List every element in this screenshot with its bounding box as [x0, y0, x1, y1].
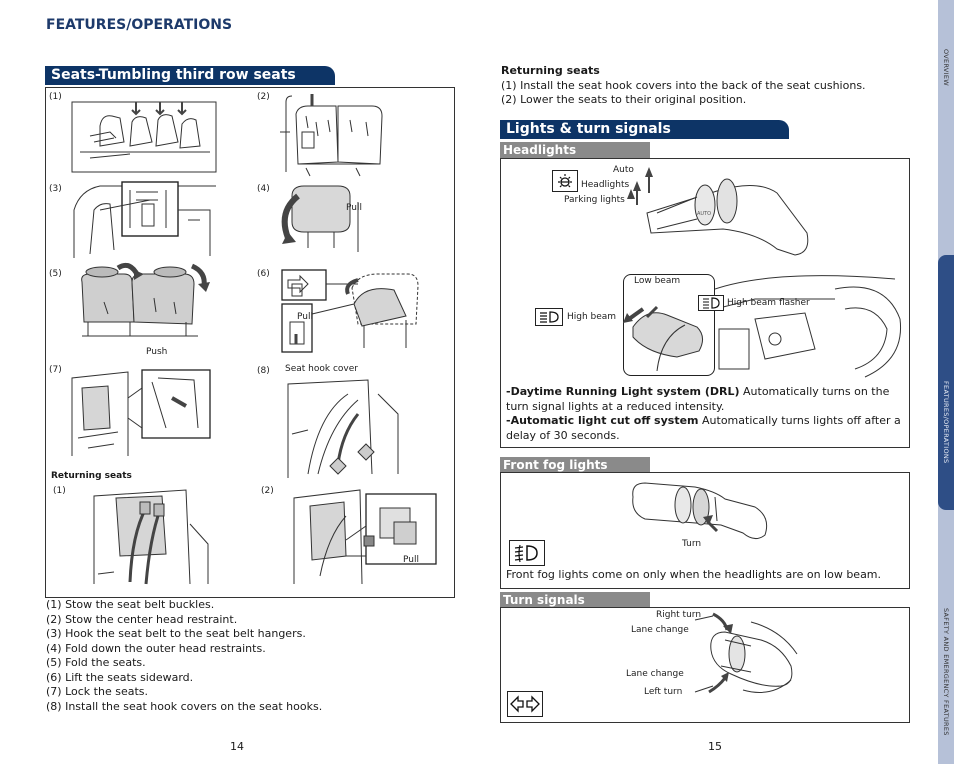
- turn-signal-arrows-icon: [510, 695, 540, 713]
- high-beam-icon-box: [535, 308, 563, 326]
- fog-light-icon-box: [509, 540, 545, 566]
- high-beam-label: High beam: [567, 312, 617, 322]
- figure-3-illustration: [73, 181, 216, 258]
- fog-lights-note: Front fog lights come on only when the h…: [506, 568, 882, 581]
- headlight-stalk-illustration: AUTO: [627, 167, 809, 256]
- headlight-sun-icon: [558, 174, 572, 188]
- figure-4-illustration: [281, 185, 359, 252]
- returning-figure-1-illustration: [93, 489, 209, 585]
- figure-5-push-label: Push: [146, 347, 168, 357]
- figure-6-number: (6): [257, 269, 270, 279]
- auto-cutoff-note-title: -Automatic light cut off system: [506, 414, 699, 427]
- page-number-left: 14: [230, 740, 244, 753]
- figure-1-illustration: [71, 101, 217, 173]
- figure-2-illustration: [280, 94, 383, 177]
- high-beam-flasher-icon: [703, 297, 720, 309]
- high-beam-arrow: [623, 307, 645, 323]
- auto-cutoff-note: -Automatic light cut off system Automati…: [506, 414, 902, 443]
- figure-4-pull-label: Pull: [346, 203, 362, 213]
- seats-step: (2) Stow the center head restraint.: [46, 612, 238, 626]
- steering-column-illustration: [715, 275, 902, 378]
- turn-signals-box: Right turn Lane change Lane change Left …: [500, 607, 910, 723]
- returning-seats-step: (1) Install the seat hook covers into th…: [501, 78, 866, 92]
- figure-4-number: (4): [257, 184, 270, 194]
- figure-5-illustration: [81, 262, 210, 337]
- headlights-subheader: Headlights: [500, 142, 650, 158]
- fog-lights-subheader: Front fog lights: [500, 457, 650, 473]
- figure-6-illustration: [281, 269, 419, 353]
- high-beam-flasher-label: High beam flasher: [727, 298, 810, 308]
- figure-8-seat-hook-cover-label: Seat hook cover: [285, 364, 358, 374]
- high-beam-flasher-icon-box: [698, 295, 724, 311]
- page-number-right: 15: [708, 740, 722, 753]
- seats-steps-list: (1) Stow the seat belt buckles. (2) Stow…: [46, 598, 456, 714]
- returning-seats-title: Returning seats: [501, 64, 600, 77]
- turn-signals-subheader: Turn signals: [500, 592, 650, 608]
- figure-3-number: (3): [49, 184, 62, 194]
- seats-step: (3) Hook the seat belt to the seat belt …: [46, 627, 306, 640]
- turn-signal-icon-box: [507, 691, 543, 717]
- seats-step: (8) Install the seat hook covers on the …: [46, 699, 323, 713]
- figure-8-illustration: [287, 379, 399, 478]
- side-tab-overview[interactable]: Overview: [938, 0, 954, 255]
- headlights-notes: -Daytime Running Light system (DRL) Auto…: [506, 385, 902, 443]
- drl-note: -Daytime Running Light system (DRL) Auto…: [506, 385, 902, 414]
- side-tab-safety[interactable]: Safety and Emergency Features: [938, 510, 954, 764]
- drl-note-title: -Daytime Running Light system (DRL): [506, 385, 740, 398]
- headlights-label: Headlights: [581, 180, 630, 190]
- returning-seats-block: Returning seats (1) Install the seat hoo…: [501, 64, 911, 108]
- page-header: FEATURES/OPERATIONS: [46, 17, 233, 33]
- seats-step: (5) Fold the seats.: [46, 656, 146, 669]
- figure-5-number: (5): [49, 269, 62, 279]
- seats-section-title: Seats-Tumbling third row seats: [45, 66, 335, 85]
- headlights-box: Auto Headlights Parking lights AUTO Low …: [500, 158, 910, 448]
- left-turn-label: Left turn: [644, 687, 683, 697]
- fog-stalk-illustration: [632, 482, 768, 539]
- seats-step: (7) Lock the seats.: [46, 685, 148, 698]
- lane-change-up-label: Lane change: [631, 625, 689, 635]
- parking-lights-label: Parking lights: [564, 195, 625, 205]
- side-tab-features-operations[interactable]: Features/Operations: [938, 255, 954, 510]
- seats-illustration-box: (1) (2) (3) (4) Pull (5) Push (6) Pull (…: [45, 87, 455, 598]
- headlight-switch-icon-box: [552, 170, 578, 192]
- returning-figure-2-pull-label: Pull: [403, 555, 419, 565]
- fog-light-icon: [514, 544, 538, 563]
- seats-step: (1) Stow the seat belt buckles.: [46, 598, 215, 611]
- returning-figure-2-number: (2): [261, 486, 274, 496]
- svg-text:AUTO: AUTO: [697, 211, 711, 217]
- figure-7-number: (7): [49, 365, 62, 375]
- seats-step: (4) Fold down the outer head restraints.: [46, 641, 266, 655]
- seats-step: (6) Lift the seats sideward.: [46, 670, 194, 684]
- high-beam-icon: [540, 311, 559, 323]
- returning-seats-step: (2) Lower the seats to their original po…: [501, 93, 747, 106]
- lights-section-title: Lights & turn signals: [500, 120, 789, 139]
- turn-signal-stalk-illustration: [694, 612, 798, 694]
- figure-8-number: (8): [257, 366, 270, 376]
- figure-7-illustration: [71, 369, 211, 456]
- fog-turn-label: Turn: [682, 539, 702, 549]
- low-beam-label: Low beam: [634, 276, 681, 286]
- side-tab-safety-label: Safety and Emergency Features: [942, 608, 950, 736]
- side-tab-overview-label: Overview: [942, 48, 950, 86]
- returning-seats-subtitle: Returning seats: [51, 471, 132, 481]
- fog-lights-box: Turn Front fog lights come on only when …: [500, 472, 910, 589]
- returning-figure-1-number: (1): [53, 486, 66, 496]
- lane-change-down-label: Lane change: [626, 669, 684, 679]
- figure-6-pull-label: Pull: [297, 312, 313, 322]
- figure-2-number: (2): [257, 92, 270, 102]
- figure-1-number: (1): [49, 92, 62, 102]
- returning-figure-2-illustration: [293, 489, 437, 585]
- side-tab-features-operations-label: Features/Operations: [942, 381, 950, 464]
